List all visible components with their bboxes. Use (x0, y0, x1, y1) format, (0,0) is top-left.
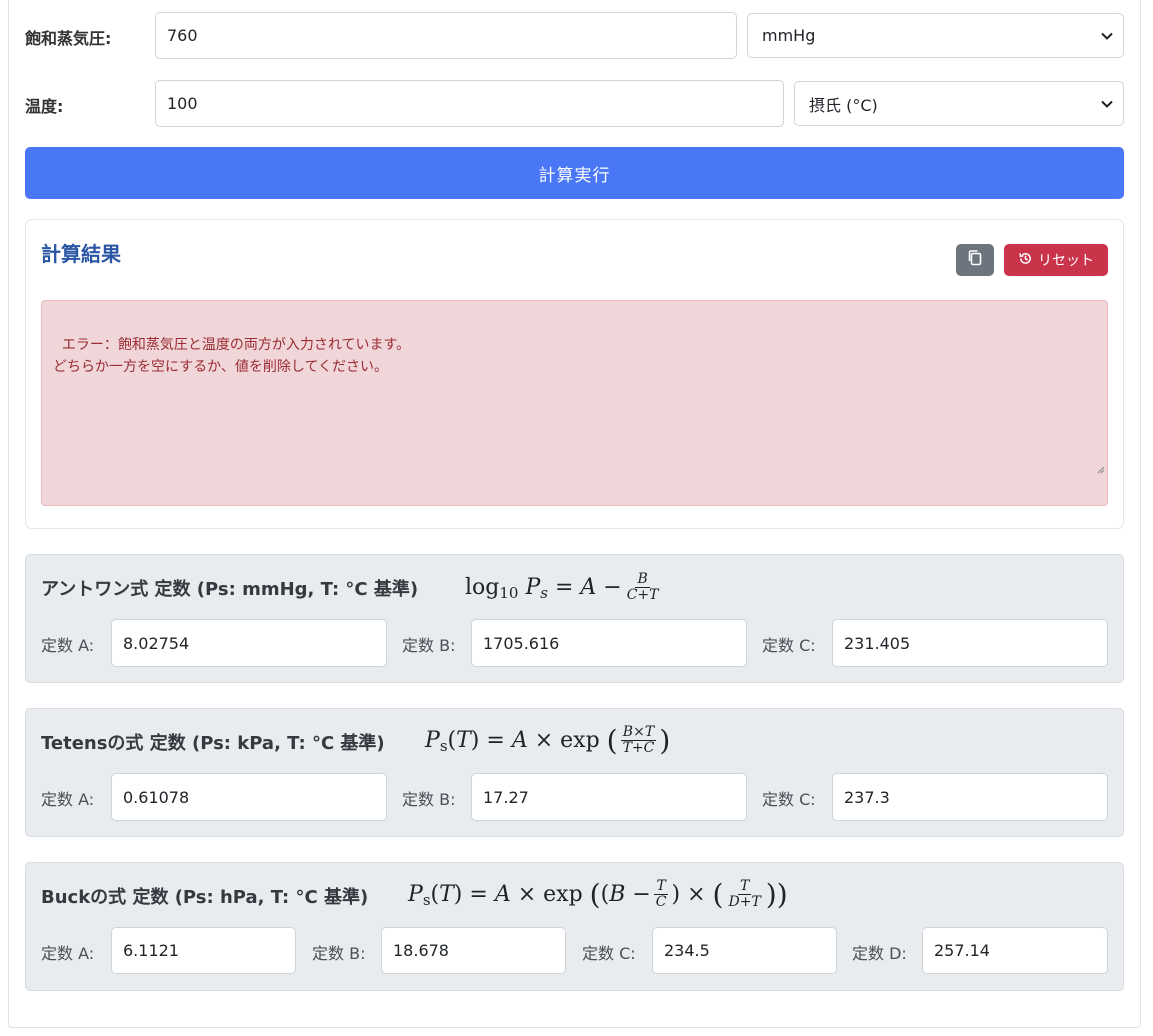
pressure-label: 飽和蒸気圧: (25, 29, 112, 48)
tetens-formula: Ps(T) = A × exp ( B×T T+C) (425, 723, 671, 757)
tetens-b-label: 定数 B: (402, 790, 456, 809)
result-title: 計算結果 (41, 242, 121, 266)
buck-b-value: 18.678 (393, 941, 449, 960)
antoine-c-value: 231.405 (844, 633, 911, 653)
antoine-formula: log 10 Ps = A − B C+T (465, 570, 659, 603)
temp-label: 温度: (25, 97, 64, 116)
temp-unit-select[interactable]: 摂氏 (°C) (794, 81, 1124, 126)
resize-grip-icon[interactable] (1077, 437, 1105, 503)
buck-b-label: 定数 B: (312, 944, 366, 963)
tetens-c-value: 237.3 (844, 787, 890, 807)
chevron-down-icon (1101, 96, 1113, 112)
copy-button[interactable] (956, 244, 994, 276)
temp-unit-value: 摂氏 (°C) (809, 95, 878, 115)
pressure-unit-select[interactable]: mmHg (747, 13, 1124, 58)
tetens-c-label: 定数 C: (762, 790, 816, 809)
tetens-a-label: 定数 A: (41, 790, 95, 809)
buck-d-value: 257.14 (934, 941, 990, 960)
buck-formula: Ps(T) = A × exp ((B − T C) × ( T D+T)) (408, 877, 788, 911)
antoine-b-label: 定数 B: (402, 636, 456, 655)
buck-c-value: 234.5 (664, 941, 710, 960)
pressure-unit-value: mmHg (762, 26, 816, 45)
buck-d-label: 定数 D: (852, 944, 907, 963)
buck-a-label: 定数 A: (41, 944, 95, 963)
temp-input[interactable]: 100 (155, 80, 784, 127)
tetens-a-input[interactable]: 0.61078 (111, 773, 387, 821)
tetens-title: Tetensの式 定数 (Ps: kPa, T: °C 基準) (41, 733, 385, 754)
antoine-c-label: 定数 C: (762, 636, 816, 655)
error-message: エラー：飽和蒸気圧と温度の両方が入力されています。 どちらか一方を空にするか、値… (53, 337, 411, 375)
buck-c-label: 定数 C: (582, 944, 636, 963)
copy-icon (967, 249, 983, 271)
pressure-input-value: 760 (167, 26, 198, 45)
antoine-a-label: 定数 A: (41, 636, 95, 655)
antoine-title: アントワン式 定数 (Ps: mmHg, T: °C 基準) (41, 579, 419, 600)
antoine-a-value: 8.02754 (123, 633, 190, 653)
reset-button[interactable]: リセット (1004, 244, 1108, 276)
reset-label: リセット (1038, 253, 1094, 269)
buck-title: Buckの式 定数 (Ps: hPa, T: °C 基準) (41, 887, 369, 908)
temp-input-value: 100 (167, 94, 198, 113)
buck-a-value: 6.1121 (123, 941, 179, 960)
antoine-b-value: 1705.616 (483, 633, 560, 653)
antoine-a-input[interactable]: 8.02754 (111, 619, 387, 667)
tetens-b-input[interactable]: 17.27 (471, 773, 747, 821)
buck-c-input[interactable]: 234.5 (652, 927, 837, 974)
history-icon (1018, 251, 1033, 270)
pressure-input[interactable]: 760 (155, 12, 737, 59)
antoine-c-input[interactable]: 231.405 (832, 619, 1108, 667)
calculate-button[interactable]: 計算実行 (25, 147, 1124, 199)
antoine-b-input[interactable]: 1705.616 (471, 619, 747, 667)
error-textarea[interactable]: エラー：飽和蒸気圧と温度の両方が入力されています。 どちらか一方を空にするか、値… (41, 300, 1108, 506)
tetens-a-value: 0.61078 (123, 787, 190, 807)
buck-d-input[interactable]: 257.14 (922, 927, 1108, 974)
tetens-c-input[interactable]: 237.3 (832, 773, 1108, 821)
buck-b-input[interactable]: 18.678 (381, 927, 566, 974)
chevron-down-icon (1101, 28, 1113, 44)
tetens-b-value: 17.27 (483, 787, 529, 807)
buck-a-input[interactable]: 6.1121 (111, 927, 296, 974)
